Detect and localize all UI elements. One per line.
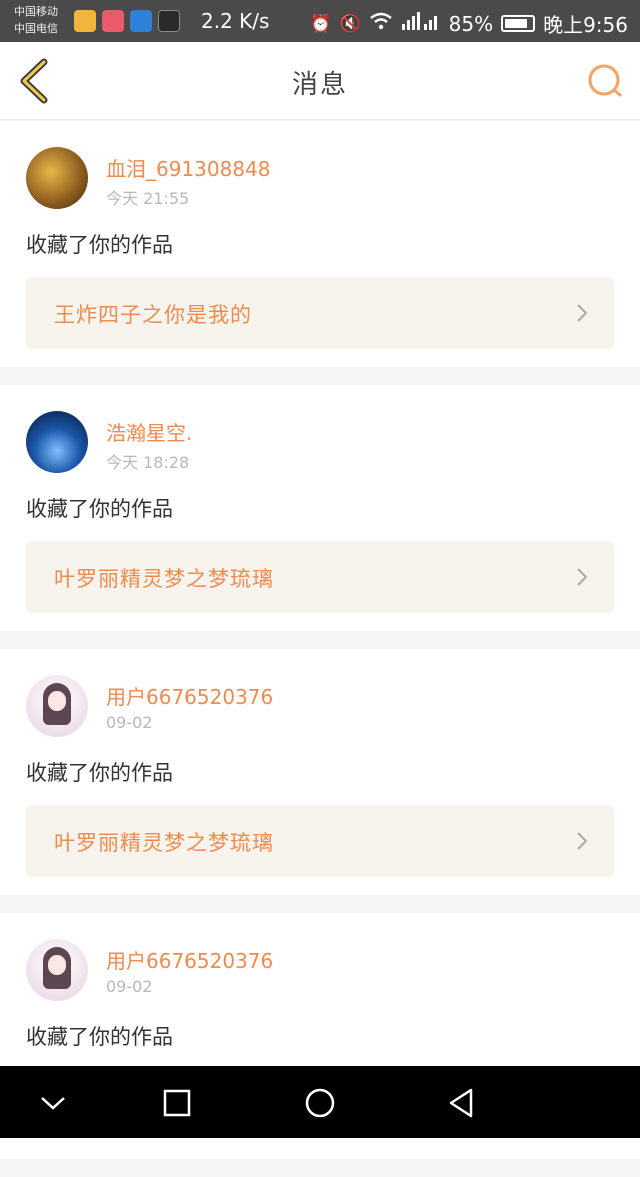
- message-time: 09-02: [106, 713, 153, 732]
- alarm-icon: ⏰: [310, 13, 332, 34]
- message-card: 用户6676520376 09-02 收藏了你的作品 叶罗丽精灵梦之梦琉璃: [0, 649, 640, 895]
- hide-nav-chevron-down-icon[interactable]: [36, 1086, 70, 1120]
- work-link[interactable]: 王炸四子之你是我的: [26, 277, 614, 349]
- carrier-2: 中国电信: [14, 22, 58, 35]
- work-title: 叶罗丽精灵梦之梦琉璃: [54, 831, 274, 855]
- notification-icons: [74, 10, 180, 32]
- user-avatar[interactable]: [26, 147, 88, 209]
- network-speed: 2.2 K/s: [201, 9, 270, 33]
- work-title: 叶罗丽精灵梦之梦琉璃: [54, 567, 274, 591]
- username[interactable]: 用户6676520376: [106, 945, 273, 974]
- app-header: 消息: [0, 42, 640, 120]
- message-time: 今天 18:28: [106, 453, 190, 472]
- chevron-right-icon: [577, 304, 588, 322]
- username[interactable]: 血泪_691308848: [106, 153, 271, 182]
- recent-apps-square-icon[interactable]: [160, 1086, 194, 1120]
- work-link[interactable]: 叶罗丽精灵梦之梦琉璃: [26, 541, 614, 613]
- user-avatar[interactable]: [26, 411, 88, 473]
- search-icon: [588, 64, 622, 97]
- home-circle-icon[interactable]: [303, 1086, 337, 1120]
- wifi-icon: [369, 12, 393, 35]
- battery-icon: [501, 15, 536, 32]
- status-time: 晚上9:56: [543, 13, 628, 37]
- carrier-labels: 中国移动 中国电信: [14, 3, 58, 37]
- signal-icon: [401, 12, 441, 35]
- status-right-group: ⏰ 🔇 85% 晚上9:56: [310, 9, 628, 38]
- carrier-1: 中国移动: [14, 5, 58, 18]
- message-list: 血泪_691308848 今天 21:55 收藏了你的作品 王炸四子之你是我的 …: [0, 121, 640, 1177]
- avatar-face-shape: [48, 691, 66, 711]
- message-card: 血泪_691308848 今天 21:55 收藏了你的作品 王炸四子之你是我的: [0, 121, 640, 367]
- app-blue-notification-icon: [130, 10, 152, 32]
- page-title: 消息: [291, 70, 348, 100]
- back-triangle-icon[interactable]: [444, 1086, 478, 1120]
- chevron-right-icon: [577, 568, 588, 586]
- username[interactable]: 用户6676520376: [106, 681, 273, 710]
- message-action: 收藏了你的作品: [26, 761, 173, 785]
- app-dark-notification-icon: [158, 10, 180, 32]
- work-link[interactable]: 叶罗丽精灵梦之梦琉璃: [26, 805, 614, 877]
- app-notification-icon: [102, 10, 124, 32]
- user-avatar[interactable]: [26, 939, 88, 1001]
- mute-icon: 🔇: [339, 13, 361, 34]
- message-action: 收藏了你的作品: [26, 497, 173, 521]
- system-nav-bar: [0, 1066, 640, 1138]
- message-time: 今天 21:55: [106, 189, 190, 208]
- status-bar: 中国移动 中国电信 2.2 K/s ⏰ 🔇 85% 晚上9:56: [0, 0, 640, 42]
- message-card: 浩瀚星空. 今天 18:28 收藏了你的作品 叶罗丽精灵梦之梦琉璃: [0, 385, 640, 631]
- battery-percent: 85%: [448, 11, 494, 36]
- username[interactable]: 浩瀚星空.: [106, 417, 192, 446]
- message-action: 收藏了你的作品: [26, 233, 173, 257]
- chevron-right-icon: [577, 832, 588, 850]
- message-action: 收藏了你的作品: [26, 1025, 173, 1049]
- mail-notification-icon: [74, 10, 96, 32]
- user-avatar[interactable]: [26, 675, 88, 737]
- search-button[interactable]: [586, 62, 624, 100]
- avatar-face-shape: [48, 955, 66, 975]
- work-title: 王炸四子之你是我的: [54, 303, 252, 327]
- message-time: 09-02: [106, 977, 153, 996]
